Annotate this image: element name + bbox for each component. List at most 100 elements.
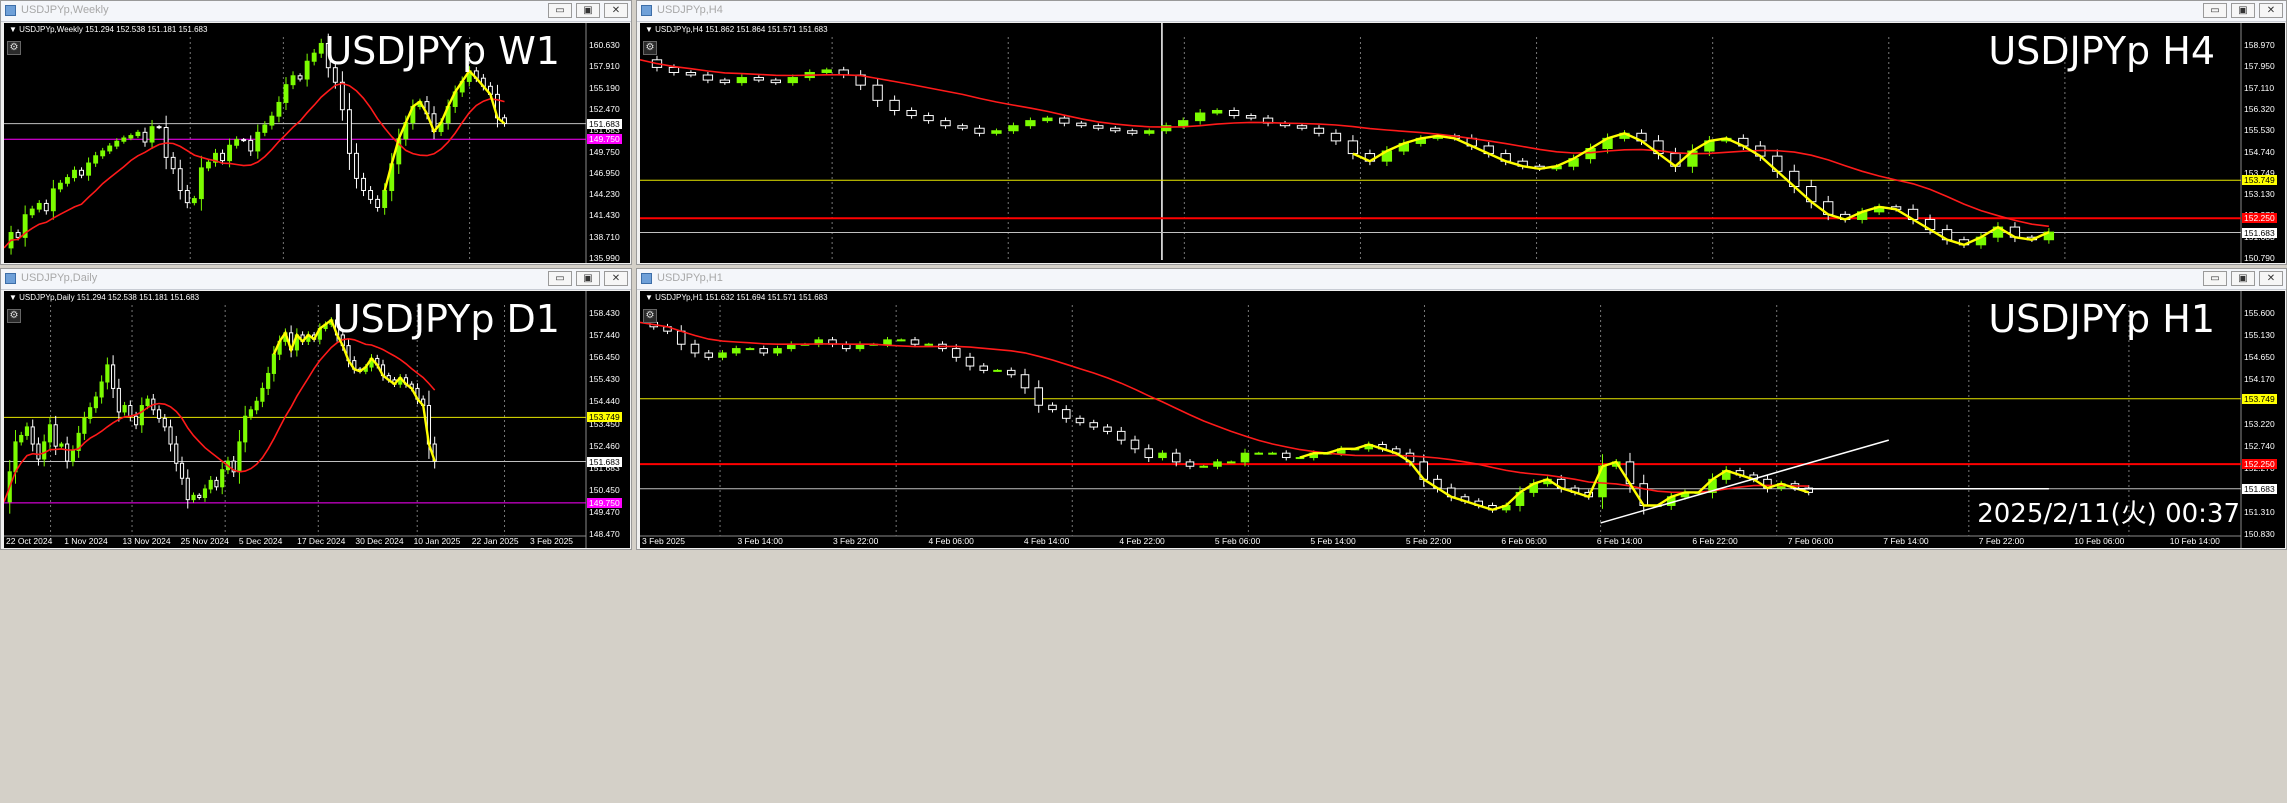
candle xyxy=(139,405,144,426)
candle xyxy=(86,162,92,176)
chart-window-d1[interactable]: USDJPYp,Daily ▭ ▣ ✕ ▼ USDJPYp,Daily 151.… xyxy=(0,268,632,550)
candle xyxy=(202,488,208,498)
time-axis-label: 10 Feb 14:00 xyxy=(2169,536,2220,546)
candle xyxy=(185,477,190,501)
price-axis-label: 155.190 xyxy=(589,82,620,93)
chart-window-h4[interactable]: USDJPYp,H4 ▭ ▣ ✕ ▼ USDJPYp,H4 151.862 15… xyxy=(636,0,2287,265)
candle xyxy=(1158,452,1167,459)
candle xyxy=(702,74,714,81)
chart-area-d1[interactable]: ▼ USDJPYp,Daily 151.294 152.538 151.181 … xyxy=(4,291,630,548)
candle xyxy=(1006,369,1016,376)
price-axis-label: 156.450 xyxy=(589,352,620,363)
candle xyxy=(1185,461,1195,467)
maximize-button[interactable]: ▣ xyxy=(2231,271,2255,286)
chart-area-h4[interactable]: ▼ USDJPYp,H4 151.862 151.864 151.571 151… xyxy=(640,23,2285,263)
candle xyxy=(1089,422,1099,428)
time-axis-label: 4 Feb 14:00 xyxy=(1023,536,1070,546)
candle xyxy=(718,352,727,358)
price-tag: 151.683 xyxy=(587,456,622,467)
symbol-timeframe-label: USDJPYp W1 xyxy=(324,29,560,73)
candle xyxy=(122,405,127,413)
price-tag: 149.750 xyxy=(587,134,622,145)
candle xyxy=(1144,448,1154,459)
window-titlebar[interactable]: USDJPYp,H1 ▭ ▣ ✕ xyxy=(637,269,2286,290)
candle xyxy=(19,434,24,443)
candle xyxy=(149,126,155,143)
chart-settings-icon[interactable]: ⚙ xyxy=(643,41,657,55)
time-axis-label: 5 Feb 22:00 xyxy=(1405,536,1452,546)
time-axis-label: 6 Feb 14:00 xyxy=(1596,536,1643,546)
candle xyxy=(82,417,87,434)
price-axis-label: 146.950 xyxy=(589,167,620,178)
chart-area-h1[interactable]: ▼ USDJPYp,H1 151.632 151.694 151.571 151… xyxy=(640,291,2285,548)
candle xyxy=(191,198,197,204)
close-button[interactable]: ✕ xyxy=(2259,271,2283,286)
candle xyxy=(940,120,951,127)
time-axis-label: 4 Feb 22:00 xyxy=(1119,536,1165,546)
price-tag: 151.683 xyxy=(2242,483,2277,494)
price-axis-label: 160.630 xyxy=(589,40,620,50)
window-titlebar[interactable]: USDJPYp,Weekly ▭ ▣ ✕ xyxy=(1,1,631,22)
candle xyxy=(1103,426,1112,432)
close-button[interactable]: ✕ xyxy=(2259,3,2283,18)
window-titlebar[interactable]: USDJPYp,H4 ▭ ▣ ✕ xyxy=(637,1,2286,22)
candle xyxy=(889,99,900,111)
candle xyxy=(957,125,968,129)
candle xyxy=(1048,404,1057,411)
minimize-button[interactable]: ▭ xyxy=(2203,271,2227,286)
chart-window-icon xyxy=(641,273,652,284)
ohlc-info: ▼ USDJPYp,H4 151.862 151.864 151.571 151… xyxy=(645,25,828,34)
candle xyxy=(1296,125,1308,129)
candle xyxy=(311,52,317,62)
candle xyxy=(237,441,242,473)
chart-settings-icon[interactable]: ⚙ xyxy=(7,309,21,323)
chart-window-h1[interactable]: USDJPYp,H1 ▭ ▣ ✕ ▼ USDJPYp,H1 151.632 15… xyxy=(636,268,2287,550)
chart-window-w1[interactable]: USDJPYp,Weekly ▭ ▣ ✕ ▼ USDJPYp,Weekly 15… xyxy=(0,0,632,265)
candle xyxy=(1025,120,1036,127)
candle xyxy=(36,443,41,460)
window-titlebar[interactable]: USDJPYp,Daily ▭ ▣ ✕ xyxy=(1,269,631,290)
time-axis-label: 3 Feb 2025 xyxy=(642,536,686,546)
close-button[interactable]: ✕ xyxy=(604,3,628,18)
candle xyxy=(290,75,296,86)
candle xyxy=(704,352,714,358)
moving-average-line xyxy=(4,82,505,249)
candle xyxy=(59,443,64,447)
minimize-button[interactable]: ▭ xyxy=(2203,3,2227,18)
candle xyxy=(15,232,21,238)
price-axis-label: 135.990 xyxy=(589,253,620,263)
candle xyxy=(1178,120,1189,127)
chart-settings-icon[interactable]: ⚙ xyxy=(7,41,21,55)
candle xyxy=(170,156,176,170)
zigzag-line xyxy=(383,68,506,191)
candle xyxy=(753,77,764,81)
candle xyxy=(676,330,686,345)
candle xyxy=(1061,409,1071,419)
candle xyxy=(260,387,265,402)
price-axis-label: 150.450 xyxy=(589,484,620,495)
candle xyxy=(29,208,35,216)
maximize-button[interactable]: ▣ xyxy=(576,3,600,18)
close-button[interactable]: ✕ xyxy=(604,271,628,286)
candle xyxy=(276,101,282,117)
price-tag: 153.749 xyxy=(2242,175,2277,186)
price-axis-label: 153.220 xyxy=(2244,418,2275,429)
candle xyxy=(262,124,268,133)
candle xyxy=(220,469,225,488)
candle xyxy=(271,353,276,374)
maximize-button[interactable]: ▣ xyxy=(2231,3,2255,18)
candle xyxy=(105,364,110,383)
minimize-button[interactable]: ▭ xyxy=(548,3,572,18)
price-axis-label: 148.470 xyxy=(589,529,620,539)
symbol-timeframe-label: USDJPYp D1 xyxy=(332,297,560,341)
chart-settings-icon[interactable]: ⚙ xyxy=(643,309,657,323)
maximize-button[interactable]: ▣ xyxy=(576,271,600,286)
minimize-button[interactable]: ▭ xyxy=(548,271,572,286)
candle xyxy=(354,152,359,179)
chart-area-w1[interactable]: ▼ USDJPYp,Weekly 151.294 152.538 151.181… xyxy=(4,23,630,263)
candle xyxy=(1254,452,1264,455)
candle xyxy=(375,198,381,208)
price-axis-label: 152.740 xyxy=(2244,440,2275,451)
candle xyxy=(36,202,42,210)
moving-average-line xyxy=(640,59,2049,228)
